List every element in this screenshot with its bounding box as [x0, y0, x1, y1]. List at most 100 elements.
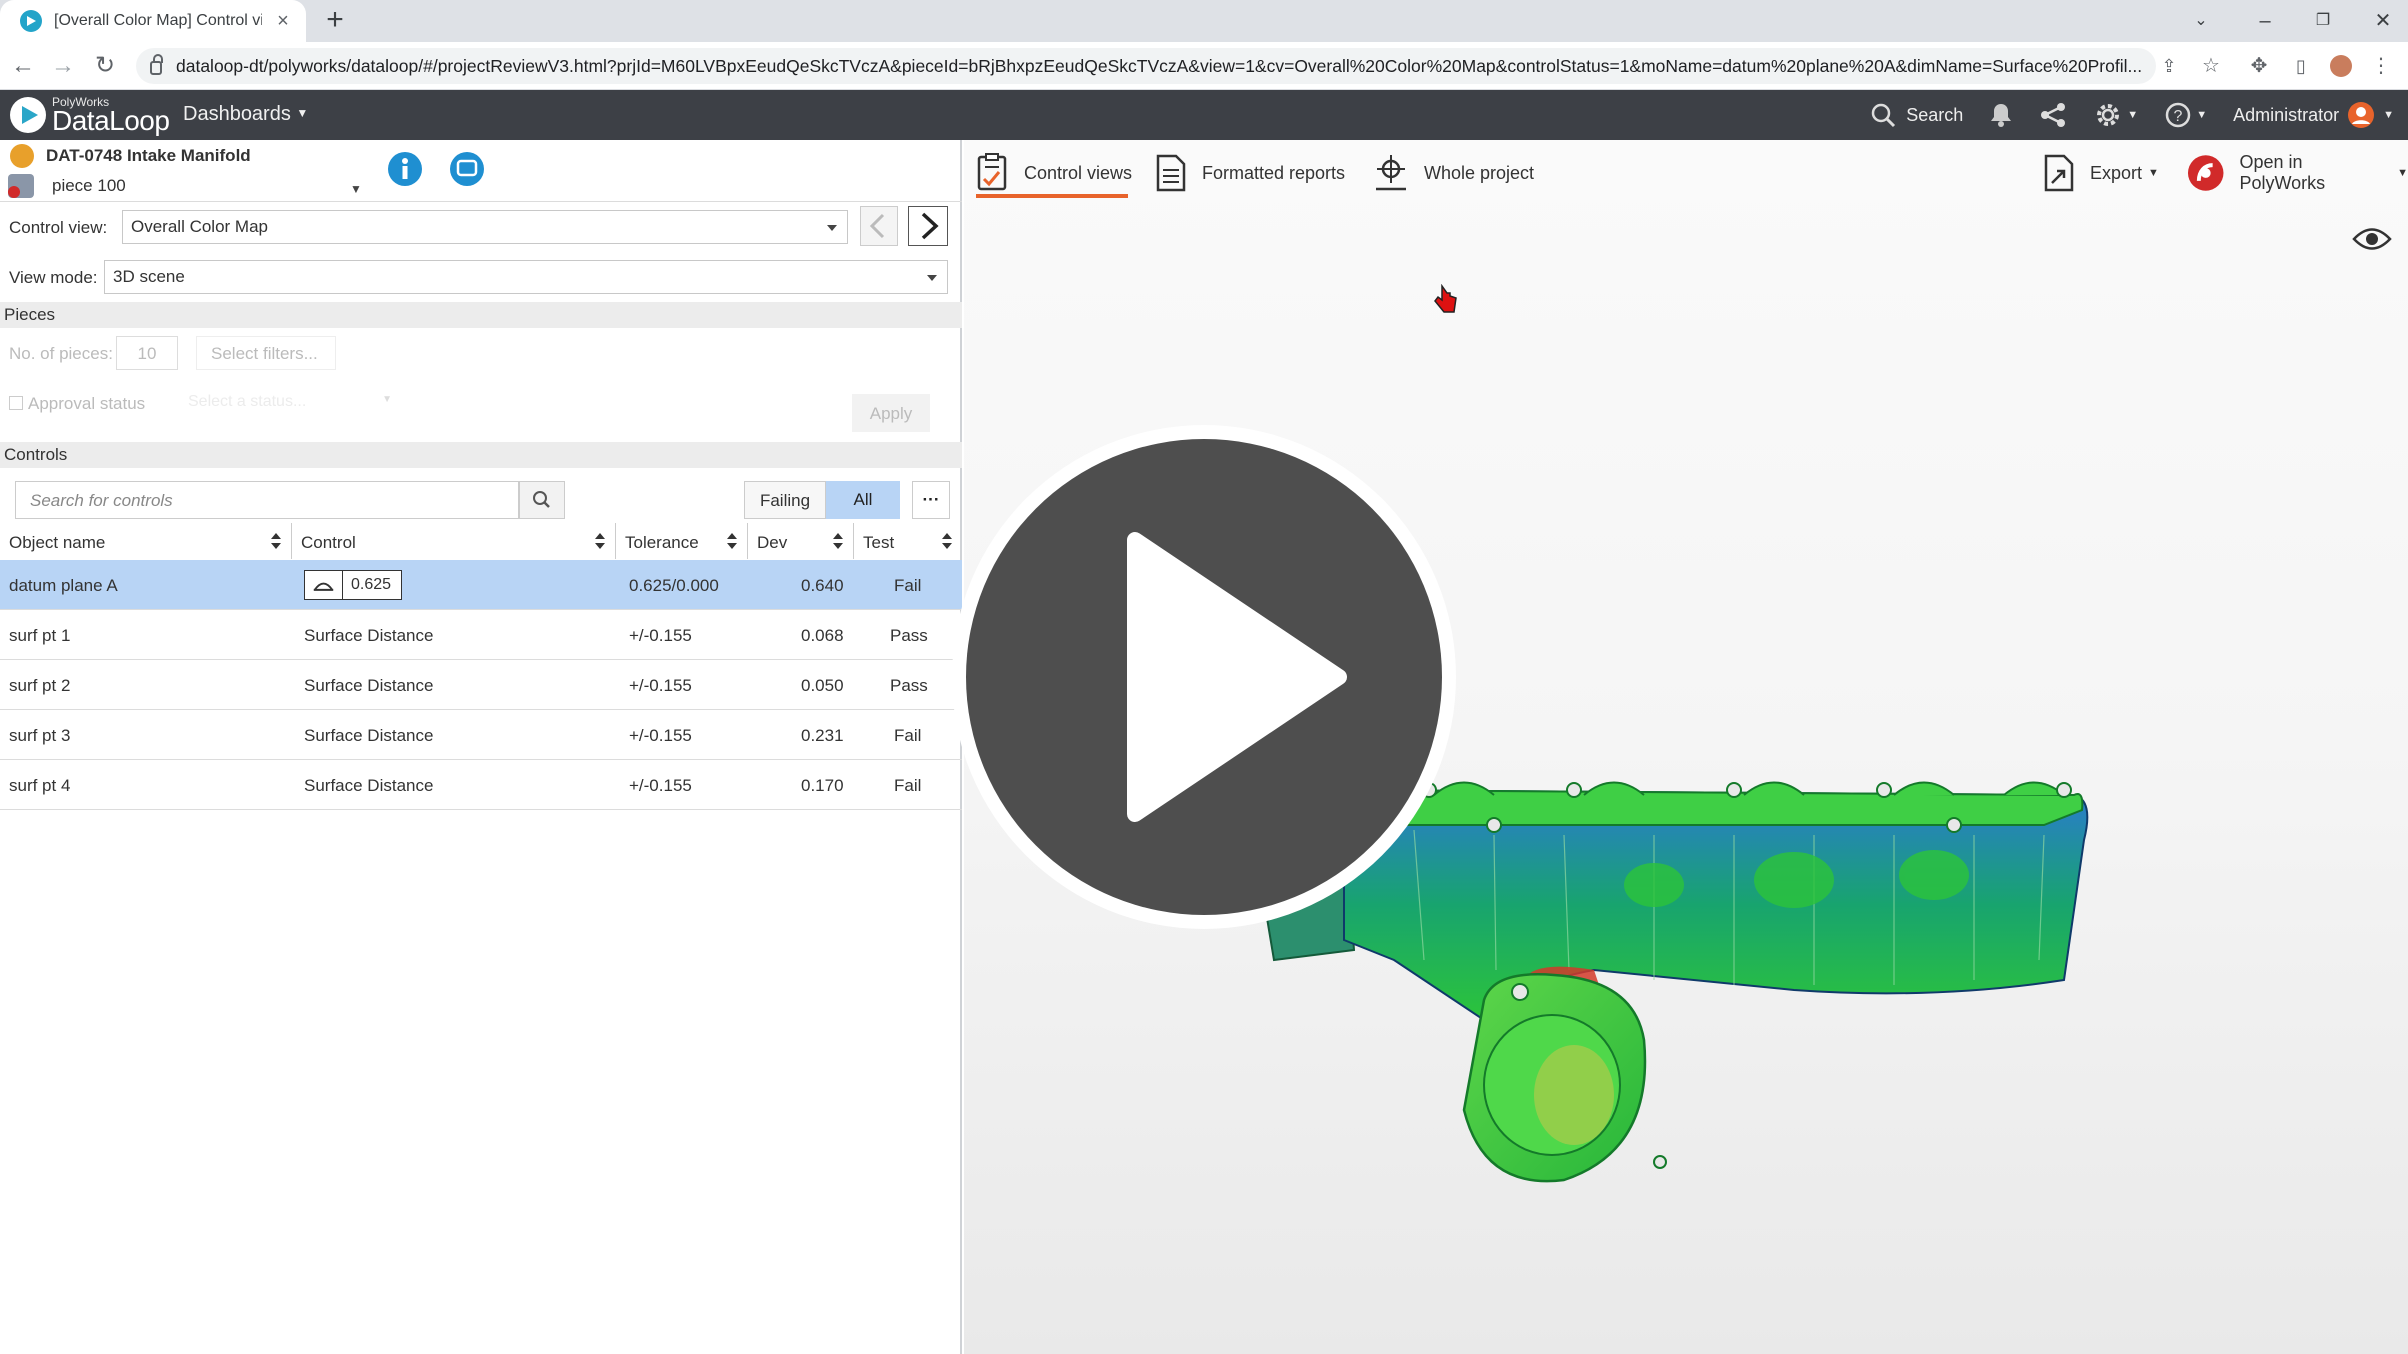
test-cell: Pass — [890, 626, 928, 645]
view-mode-value: 3D scene — [113, 267, 185, 286]
caret-down-icon: ▼ — [2397, 167, 2408, 179]
left-panel: DAT-0748 Intake Manifold piece 100 ▼ Con… — [0, 140, 962, 1354]
table-row[interactable]: surf pt 2 Surface Distance +/-0.155 0.05… — [0, 660, 962, 710]
share-page-icon[interactable]: ⇪ — [2158, 55, 2180, 77]
export-menu[interactable]: Export ▼ — [2042, 150, 2159, 196]
no-of-pieces-input[interactable]: 10 — [116, 336, 178, 370]
header-search[interactable]: Search — [1870, 102, 1963, 128]
control-view-label: Control view: — [9, 218, 108, 237]
all-filter-button[interactable]: All — [826, 481, 900, 519]
share-icon[interactable] — [2039, 101, 2067, 129]
dataloop-favicon-icon — [20, 10, 42, 32]
minimize-window-icon[interactable]: – — [2240, 4, 2290, 38]
table-row[interactable]: surf pt 4 Surface Distance +/-0.155 0.17… — [0, 760, 962, 810]
column-header-tolerance[interactable]: Tolerance — [616, 523, 748, 559]
open-in-polyworks-menu[interactable]: Open in PolyWorks ▼ — [2186, 150, 2408, 196]
video-play-button[interactable] — [945, 418, 1463, 936]
table-row[interactable]: datum plane A 0.625 0.625/0.000 0.640 Fa… — [0, 560, 962, 610]
view-tabs: Control views Formatted reports Whole pr… — [964, 140, 2408, 202]
approval-status-checkbox[interactable] — [9, 396, 23, 410]
view-mode-select[interactable]: 3D scene — [104, 260, 948, 294]
forward-arrow-icon[interactable]: → — [48, 51, 78, 81]
column-header-label: Test — [863, 533, 895, 552]
search-controls-button[interactable] — [519, 481, 565, 519]
dashboards-label: Dashboards — [183, 103, 291, 125]
search-label: Search — [1906, 104, 1964, 125]
help-question-icon: ? — [2165, 102, 2191, 128]
pieces-section-header: Pieces — [0, 302, 962, 328]
dashboards-menu[interactable]: Dashboards ▼ — [183, 103, 308, 126]
formatted-reports-icon — [1156, 154, 1186, 192]
column-header-label: Tolerance — [625, 533, 699, 552]
search-icon — [1872, 103, 1896, 128]
tab-whole-project[interactable]: Whole project — [1372, 150, 1534, 196]
extensions-puzzle-icon[interactable]: ✥ — [2248, 55, 2270, 77]
browser-menu-icon[interactable]: ⋮ — [2370, 55, 2392, 77]
brand-name: DataLoop — [52, 105, 170, 136]
column-header-label: Object name — [9, 533, 106, 552]
no-of-pieces-label: No. of pieces: — [9, 344, 113, 363]
user-avatar-icon — [2348, 102, 2375, 128]
url-text[interactable]: dataloop-dt/polyworks/dataloop/#/project… — [176, 56, 2156, 77]
surface-profile-icon — [313, 571, 343, 599]
caret-down-icon — [827, 225, 837, 231]
flatness-control-cell: 0.625 — [304, 570, 403, 600]
restore-window-icon[interactable]: ❐ — [2298, 4, 2348, 38]
comment-icon[interactable] — [448, 150, 486, 188]
help-menu[interactable]: ? ▼ — [2164, 101, 2207, 129]
dataloop-logo[interactable]: PolyWorks DataLoop — [10, 96, 170, 136]
browser-tab[interactable]: [Overall Color Map] Control view × — [0, 0, 306, 42]
control-cell: Surface Distance — [304, 726, 434, 745]
new-tab-button[interactable]: + — [318, 4, 352, 38]
settings-menu[interactable]: ▼ — [2093, 100, 2138, 130]
column-header-label: Dev — [757, 533, 788, 552]
export-label: Export — [2090, 162, 2143, 183]
caret-down-icon: ▼ — [2127, 109, 2139, 121]
table-row[interactable]: surf pt 1 Surface Distance +/-0.155 0.06… — [0, 610, 962, 660]
tab-search-chevron-icon[interactable]: ⌄ — [2176, 4, 2226, 38]
caret-down-icon: ▼ — [2383, 109, 2394, 121]
tab-close-icon[interactable]: × — [274, 10, 292, 33]
failing-filter-button[interactable]: Failing — [744, 481, 826, 519]
bookmark-star-icon[interactable]: ☆ — [2200, 55, 2222, 77]
search-icon — [533, 491, 550, 508]
notification-bell-icon[interactable] — [1989, 102, 2013, 128]
side-panel-icon[interactable]: ▯ — [2290, 55, 2312, 77]
browser-toolbar: ← → ↻ dataloop-dt/polyworks/dataloop/#/p… — [0, 42, 2408, 90]
table-row[interactable]: surf pt 3 Surface Distance +/-0.155 0.23… — [0, 710, 962, 760]
apply-button[interactable]: Apply — [852, 394, 930, 432]
column-header-control[interactable]: Control — [292, 523, 616, 559]
caret-down-icon: ▼ — [2148, 167, 2159, 179]
profile-avatar[interactable] — [2330, 55, 2352, 77]
next-view-button[interactable] — [908, 206, 948, 246]
column-header-dev[interactable]: Dev — [748, 523, 854, 559]
tab-formatted-reports[interactable]: Formatted reports — [1154, 150, 1345, 196]
control-view-select[interactable]: Overall Color Map — [122, 210, 848, 244]
column-header-label: Control — [301, 533, 356, 552]
approval-status-select[interactable]: Select a status... ▼ — [180, 386, 400, 418]
reload-icon[interactable]: ↻ — [90, 51, 120, 81]
column-header-object-name[interactable]: Object name — [0, 523, 292, 559]
back-arrow-icon[interactable]: ← — [8, 51, 38, 81]
view-mode-label: View mode: — [9, 268, 98, 287]
svg-text:?: ? — [2174, 108, 2183, 125]
project-selector[interactable]: DAT-0748 Intake Manifold piece 100 ▼ — [0, 140, 962, 202]
control-view-value: Overall Color Map — [131, 217, 268, 236]
close-window-icon[interactable]: ✕ — [2358, 4, 2408, 38]
search-controls-input[interactable]: Search for controls — [15, 481, 519, 519]
visibility-eye-icon[interactable] — [2352, 224, 2392, 254]
tolerance-cell: +/-0.155 — [629, 776, 692, 795]
user-menu[interactable]: Administrator ▼ — [2233, 101, 2394, 129]
user-label: Administrator — [2233, 104, 2340, 125]
whole-project-icon — [1376, 155, 1406, 191]
export-icon — [2044, 154, 2074, 192]
info-icon[interactable] — [386, 150, 424, 188]
open-polyworks-label: Open in PolyWorks — [2239, 152, 2326, 193]
tab-control-views[interactable]: Control views — [976, 150, 1132, 196]
polyworks-logo-icon — [2187, 155, 2224, 191]
select-filters-button[interactable]: Select filters... — [196, 336, 336, 370]
address-bar[interactable]: dataloop-dt/polyworks/dataloop/#/project… — [136, 48, 2156, 84]
piece-caret-icon[interactable]: ▼ — [350, 182, 362, 196]
test-cell: Fail — [894, 576, 922, 595]
previous-view-button[interactable] — [860, 206, 898, 246]
